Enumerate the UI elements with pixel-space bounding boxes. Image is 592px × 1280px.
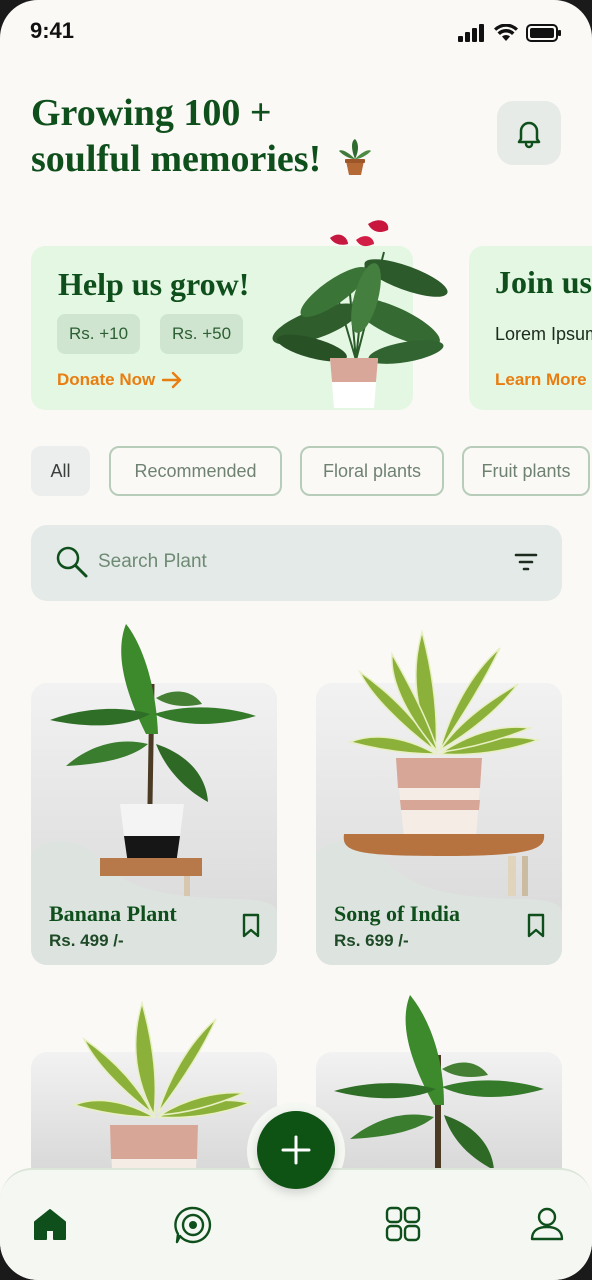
filter-chips: All Recommended Floral plants Fruit plan… xyxy=(31,446,592,496)
notification-button[interactable] xyxy=(497,101,561,165)
banana-plant-image-2 xyxy=(334,995,544,1170)
product-price: Rs. 499 /- xyxy=(49,931,124,950)
title-line-1: Growing 100 + xyxy=(31,92,272,134)
arrow-right-icon xyxy=(162,371,182,389)
dracaena-plant-image xyxy=(71,1000,253,1170)
learn-more-link[interactable]: Learn More xyxy=(495,370,587,390)
song-of-india-image xyxy=(343,629,545,896)
product-name: Banana Plant xyxy=(49,901,177,926)
join-banner-text: Lorem Ipsum xyxy=(495,324,592,344)
chip-fruit-plants[interactable]: Fruit plants xyxy=(462,446,590,496)
bell-icon xyxy=(517,121,541,149)
donate-now-link[interactable]: Donate Now xyxy=(57,370,183,390)
status-icons xyxy=(458,24,562,42)
status-time: 9:41 xyxy=(30,18,75,43)
search-bar[interactable]: Search Plant xyxy=(31,525,562,601)
anthurium-plant-image xyxy=(272,220,448,408)
join-banner[interactable]: Join us Lorem Ipsum Learn More xyxy=(469,246,592,410)
potted-plant-icon xyxy=(337,137,373,188)
phone-screen: 9:41 Growing 100 + soulful memories! Hel… xyxy=(0,0,592,1280)
explore-icon[interactable] xyxy=(174,1206,212,1244)
title-line-2-text: soulful memories! xyxy=(31,138,322,180)
home-icon[interactable] xyxy=(32,1206,68,1242)
signal-icon xyxy=(458,24,484,42)
banner-title: Help us grow! xyxy=(58,266,250,302)
wifi-icon xyxy=(494,24,518,41)
grid-icon[interactable] xyxy=(385,1206,421,1242)
bookmark-icon[interactable] xyxy=(526,913,546,939)
chip-all[interactable]: All xyxy=(31,446,90,496)
chip-floral-plants[interactable]: Floral plants xyxy=(300,446,444,496)
status-bar: 9:41 xyxy=(0,0,592,70)
product-price: Rs. 699 /- xyxy=(334,931,409,950)
amount-chip-50[interactable]: Rs. +50 xyxy=(160,314,244,354)
profile-icon[interactable] xyxy=(529,1206,565,1242)
banana-plant-image xyxy=(50,624,256,896)
add-button[interactable] xyxy=(257,1111,335,1189)
donate-now-label: Donate Now xyxy=(57,370,156,389)
product-name: Song of India xyxy=(334,901,460,926)
add-icon xyxy=(281,1135,311,1165)
battery-icon xyxy=(526,24,561,42)
amount-chip-10[interactable]: Rs. +10 xyxy=(57,314,141,354)
chip-recommended[interactable]: Recommended xyxy=(109,446,282,496)
bookmark-icon[interactable] xyxy=(241,913,261,939)
page-title: Growing 100 + soulful memories! xyxy=(31,90,471,188)
join-banner-title: Join us xyxy=(495,264,592,300)
filter-icon[interactable] xyxy=(514,552,538,572)
search-input[interactable]: Search Plant xyxy=(98,551,207,573)
search-icon xyxy=(56,546,88,578)
title-line-2: soulful memories! xyxy=(31,136,471,188)
